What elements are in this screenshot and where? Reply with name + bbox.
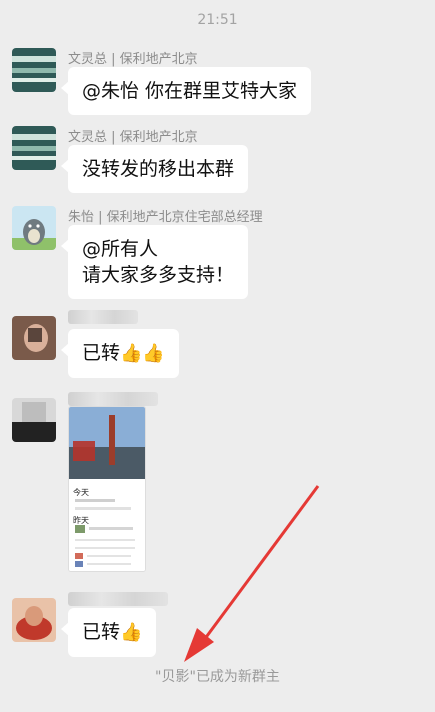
doc-label-yesterday: 昨天 <box>73 516 89 525</box>
message-text: 已转 <box>82 621 121 643</box>
message-bubble[interactable]: 已转👍 <box>60 608 157 657</box>
thumbs-up-icon: 👍👍 <box>120 343 165 364</box>
doc-label-today: 今天 <box>73 488 89 497</box>
avatar[interactable] <box>12 48 56 92</box>
chat-message: 朱怡 | 保利地产北京住宅部总经理 @所有人 请大家多多支持！ <box>0 206 435 299</box>
avatar[interactable] <box>12 316 56 360</box>
thumbs-up-icon: 👍 <box>120 622 143 643</box>
avatar[interactable] <box>12 598 56 642</box>
shared-document-card[interactable]: 今天 昨天 <box>68 406 146 572</box>
avatar[interactable] <box>12 126 56 170</box>
avatar[interactable] <box>12 206 56 250</box>
new-owner-name: "贝影" <box>155 669 196 685</box>
chat-message: 今天 昨天 <box>0 392 435 572</box>
sender-name: 文灵总 | 保利地产北京 <box>68 52 198 67</box>
blurred-sender-name <box>68 592 168 606</box>
blurred-sender-name <box>68 392 158 406</box>
chat-message: 文灵总 | 保利地产北京 @朱怡 你在群里艾特大家 <box>0 48 435 118</box>
system-notice: "贝影"已成为新群主 <box>0 666 435 686</box>
message-line: @所有人 <box>82 238 159 260</box>
avatar[interactable] <box>12 398 56 442</box>
message-bubble[interactable]: @所有人 请大家多多支持！ <box>60 225 249 299</box>
message-bubble[interactable]: 已转👍👍 <box>61 329 179 378</box>
blurred-sender-name <box>68 310 138 324</box>
sender-name: 文灵总 | 保利地产北京 <box>68 130 198 145</box>
timestamp: 21:51 <box>197 12 238 28</box>
message-bubble[interactable]: 没转发的移出本群 <box>60 145 249 193</box>
system-notice-text: 已成为新群主 <box>195 669 280 685</box>
message-text: 已转 <box>82 342 121 364</box>
chat-message: 已转👍👍 <box>0 310 435 380</box>
chat-message: 已转👍 <box>0 592 435 662</box>
message-bubble[interactable]: @朱怡 你在群里艾特大家 <box>60 67 312 115</box>
chat-message: 文灵总 | 保利地产北京 没转发的移出本群 <box>0 126 435 196</box>
sender-name: 朱怡 | 保利地产北京住宅部总经理 <box>68 210 263 225</box>
message-line: 请大家多多支持！ <box>82 264 235 286</box>
